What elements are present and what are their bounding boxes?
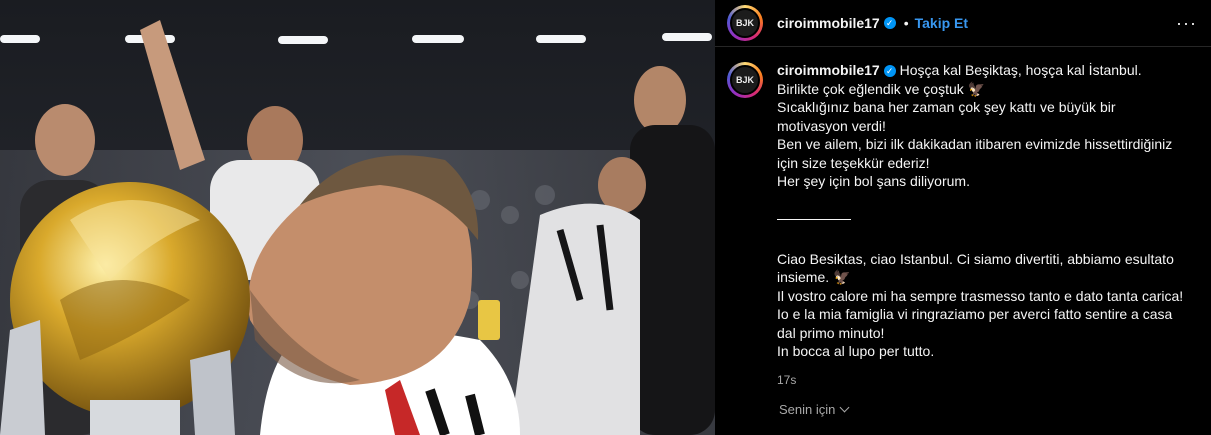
caption-body: ciroimmobile17 ✓ Hoşça kal Beşiktaş, hoşç… [777,61,1187,389]
follow-button[interactable]: Takip Et [915,15,968,31]
caption-text-tr-3: Ben ve ailem, bizi ilk dakikadan itibare… [777,136,1177,171]
caption-text-it-3: Io e la mia famiglia vi ringraziamo per … [777,306,1177,341]
caption-text-it-1: Ciao Besiktas, ciao Istanbul. Ci siamo d… [777,250,1178,286]
caption-text-tr-4: Her şey için bol şans diliyorum. [777,173,970,189]
avatar-image: BJK [730,8,760,38]
separator-dot: • [903,15,909,31]
caption: BJK ciroimmobile17 ✓ Hoşça kal Beşiktaş, … [715,47,1211,389]
caption-username-link[interactable]: ciroimmobile17 [777,62,880,78]
caption-avatar[interactable]: BJK [727,62,763,98]
for-you-label: Senin için [779,402,836,417]
chevron-down-icon [839,402,850,413]
caption-text-it-4: In bocca al lupo per tutto. [777,343,935,359]
caption-line: ciroimmobile17 ✓ Hoşça kal Beşiktaş, hoşç… [777,61,1187,98]
caption-divider [777,218,851,220]
more-options-icon[interactable]: ··· [1176,13,1197,34]
caption-verified-badge-icon: ✓ [883,65,896,77]
username-link[interactable]: ciroimmobile17 [777,15,880,31]
caption-text-it-2: Il vostro calore mi ha sempre trasmesso … [777,287,1184,304]
post-photo[interactable] [0,0,715,435]
verified-badge-icon: ✓ [883,17,896,29]
for-you-dropdown[interactable]: Senin için [779,402,850,417]
caption-avatar-image: BJK [730,65,760,95]
caption-text-tr-2: Sıcaklığınız bana her zaman çok şey katt… [777,99,1120,134]
post-header: BJK ciroimmobile17 ✓ • Takip Et ··· [715,0,1211,47]
post-timestamp[interactable]: 17s [777,371,1187,390]
post-sidebar: BJK ciroimmobile17 ✓ • Takip Et ··· BJK … [715,0,1211,435]
post-image-illustration [0,0,715,435]
avatar[interactable]: BJK [727,5,763,41]
